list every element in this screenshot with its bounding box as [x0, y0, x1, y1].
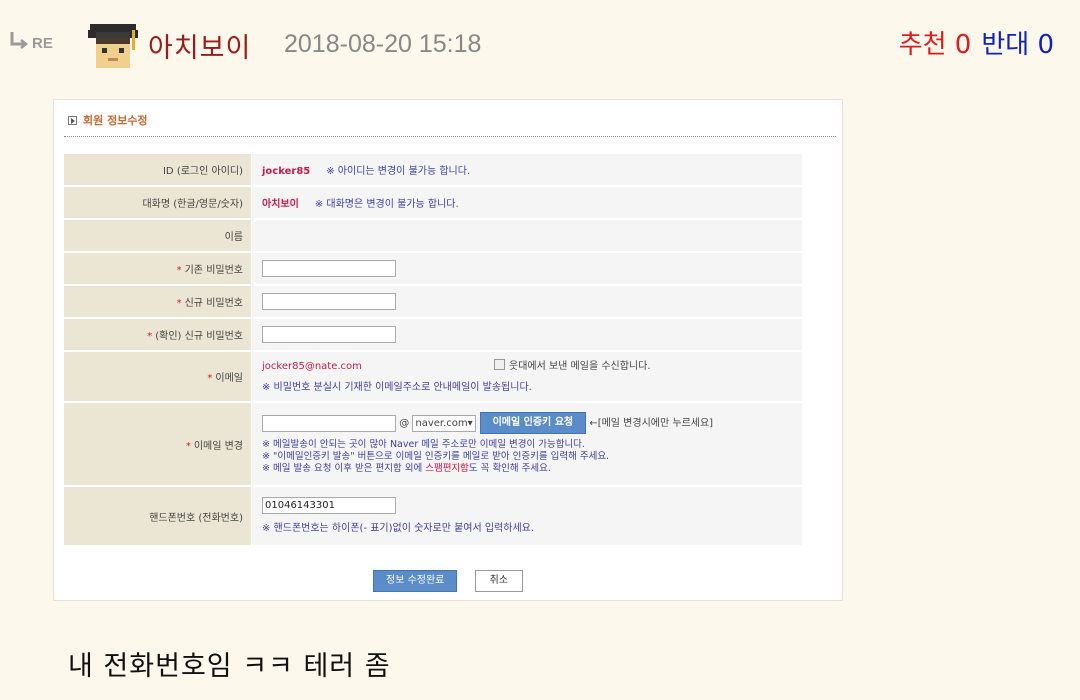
recommend-button[interactable]: 추천 0	[899, 30, 972, 60]
email-change-note-1: ※ 메일발송이 안되는 곳이 많아 Naver 메일 주소로만 이메일 변경이 …	[262, 439, 585, 450]
mail-receive-label: 웃대에서 보낸 메일을 수신합니다.	[509, 360, 651, 372]
recommend-label: 추천	[898, 30, 947, 60]
vote-counts: 추천 0 반대 0	[899, 24, 1054, 61]
email-domain-value: naver.com	[415, 417, 468, 429]
id-value: jocker85	[262, 166, 311, 177]
member-edit-form: ID (로그인 아이디) jocker85 ※ 아이디는 변경이 불가능 합니다.…	[64, 152, 802, 547]
dotted-divider	[64, 136, 836, 137]
row-id: ID (로그인 아이디) jocker85 ※ 아이디는 변경이 불가능 합니다.	[64, 154, 802, 185]
row-name: 이름	[64, 220, 802, 251]
arrow-box-icon	[68, 116, 77, 125]
email-key-hint: ←[메일 변경시에만 누르세요]	[589, 418, 714, 429]
email-change-label: 이메일 변경	[193, 440, 243, 452]
row-current-password: * 기존 비밀번호	[64, 253, 802, 284]
oppose-button[interactable]: 반대 0	[981, 30, 1054, 60]
name-value	[252, 220, 802, 251]
dropdown-arrow-icon: ▾	[467, 417, 473, 429]
spam-folder-highlight: 스팸편지함	[425, 463, 469, 474]
nickname-note: ※ 대화명은 변경이 불가능 합니다.	[314, 199, 459, 210]
post-datetime: 2018-08-20 15:18	[284, 30, 482, 58]
avatar[interactable]	[86, 18, 140, 72]
id-note: ※ 아이디는 변경이 불가능 합니다.	[326, 166, 471, 177]
section-title: 회원 정보수정	[68, 112, 148, 128]
email-key-request-button[interactable]: 이메일 인증키 요청	[479, 412, 587, 434]
email-value: jocker85@nate.com	[262, 360, 362, 372]
row-new-password: * 신규 비밀번호	[64, 286, 802, 317]
email-domain-select[interactable]: naver.com▾	[412, 414, 477, 432]
email-note: ※ 비밀번호 분실시 기재한 이메일주소로 안내메일이 발송됩니다.	[262, 381, 532, 393]
reply-arrow-icon: RE	[10, 32, 53, 52]
mail-receive-option[interactable]: 웃대에서 보낸 메일을 수신합니다.	[494, 356, 651, 378]
phone-note: ※ 핸드폰번호는 하이폰(- 표기)없이 숫자로만 붙여서 입력하세요.	[262, 523, 535, 534]
at-sign: @	[399, 418, 410, 429]
name-label: 이름	[64, 220, 252, 251]
email-change-note-3: ※ 메일 발송 요청 이후 받은 편지함 외에 스팸편지함도 꼭 확인해 주세요…	[262, 463, 551, 474]
current-password-input[interactable]	[262, 260, 396, 277]
confirm-password-input[interactable]	[262, 326, 396, 343]
oppose-count: 0	[1037, 30, 1054, 60]
required-mark: *	[147, 331, 153, 342]
new-password-input[interactable]	[262, 293, 396, 310]
row-confirm-password: * (확인) 신규 비밀번호	[64, 319, 802, 350]
row-email: * 이메일 jocker85@nate.com 웃대에서 보낸 메일을 수신합니다…	[64, 352, 802, 401]
required-mark: *	[207, 373, 213, 384]
phone-input[interactable]: 01046143301	[262, 496, 396, 514]
email-local-input[interactable]	[262, 414, 396, 432]
author-nickname[interactable]: 아치보이	[148, 26, 251, 65]
save-button[interactable]: 정보 수정완료	[373, 570, 458, 592]
mail-receive-checkbox[interactable]	[494, 358, 505, 370]
post-header: RE 아치보이 2018-08-20 15:18 추천 0 반대 0	[0, 0, 1080, 90]
required-mark: *	[176, 298, 182, 309]
row-phone: 핸드폰번호 (전화번호) 01046143301 ※ 핸드폰번호는 하이폰(- …	[64, 487, 802, 545]
required-mark: *	[176, 265, 182, 276]
confirm-password-label: (확인) 신규 비밀번호	[155, 331, 243, 342]
new-password-label: 신규 비밀번호	[184, 298, 243, 309]
email-change-note-2: ※ "이메일인증키 발송" 버튼으로 이메일 인증키를 메일로 받아 인증키를 …	[262, 451, 610, 462]
required-mark: *	[185, 440, 191, 452]
nickname-label: 대화명 (한글/영문/숫자)	[64, 187, 252, 218]
nickname-value: 아치보이	[262, 199, 299, 210]
comment-text: 내 전화번호임 ㅋㅋ 테러 좀	[68, 651, 391, 682]
row-email-change: * 이메일 변경 @ naver.com▾ 이메일 인증키 요청 ←[메일 변경시…	[64, 403, 802, 485]
email-label: 이메일	[215, 373, 243, 384]
embedded-screenshot: 회원 정보수정 ID (로그인 아이디) jocker85 ※ 아이디는 변경이 …	[53, 99, 843, 601]
re-label: RE	[32, 35, 53, 52]
cancel-button[interactable]: 취소	[474, 570, 523, 592]
current-password-label: 기존 비밀번호	[184, 265, 243, 276]
phone-label: 핸드폰번호 (전화번호)	[64, 487, 252, 545]
oppose-label: 반대	[981, 30, 1030, 60]
id-label: ID (로그인 아이디)	[64, 154, 252, 185]
row-nickname: 대화명 (한글/영문/숫자) 아치보이 ※ 대화명은 변경이 불가능 합니다.	[64, 187, 802, 218]
form-buttons: 정보 수정완료 취소	[54, 570, 842, 592]
recommend-count: 0	[954, 30, 972, 60]
